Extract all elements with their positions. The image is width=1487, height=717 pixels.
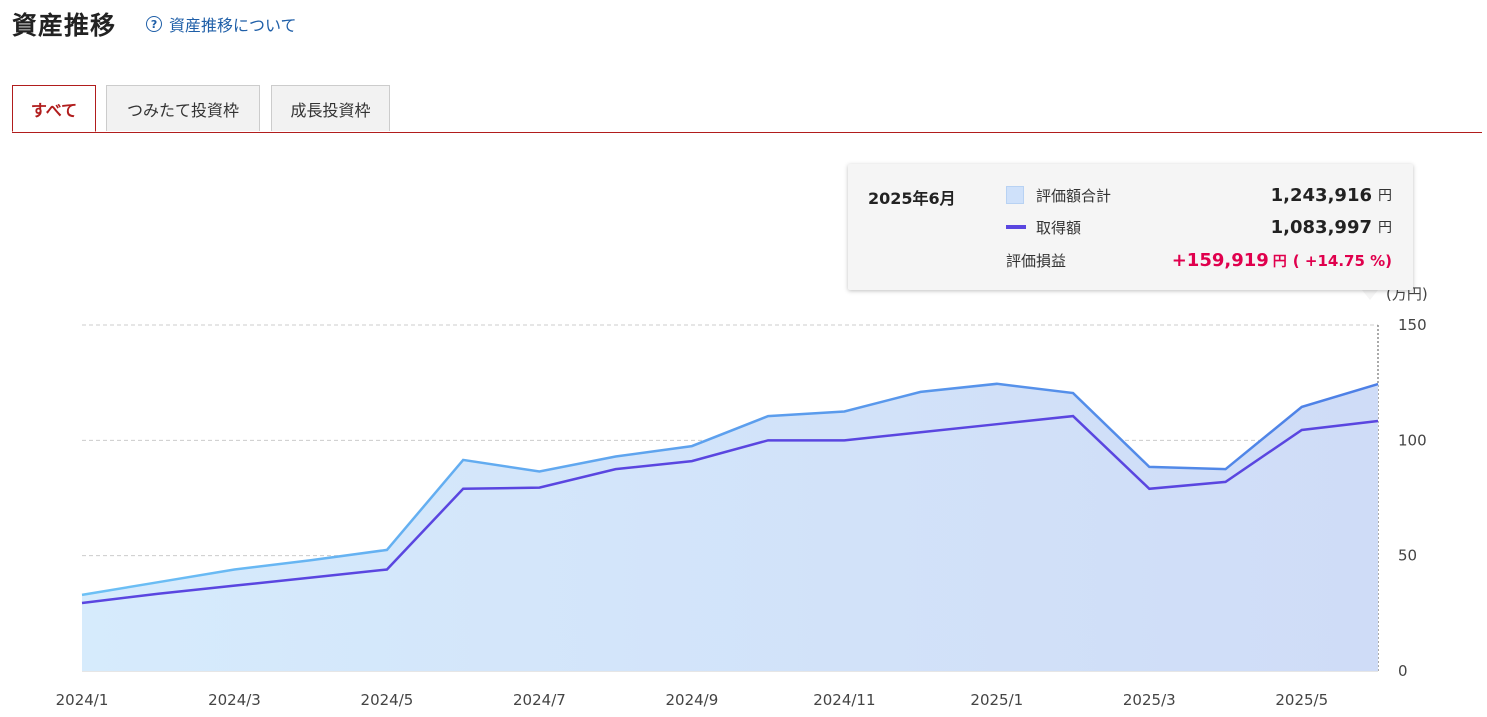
valuation-label: 評価額合計	[1036, 186, 1112, 205]
x-tick-label: 2024/1	[56, 691, 109, 709]
tooltip-date: 2025年6月	[868, 189, 956, 208]
x-tick-label: 2024/3	[208, 691, 261, 709]
cost-value: 1,083,997	[1270, 216, 1372, 238]
asset-chart: 050100150(万円)2024/1 2024/3 2024/5 2024/7 202…	[56, 285, 1428, 709]
tooltip-row-valuation: 評価額合計 1,243,916 円	[1006, 183, 1392, 207]
gain-unit: 円	[1272, 253, 1287, 270]
valuation-legend-swatch	[1006, 186, 1024, 204]
chart-tooltip: 2025年6月 評価額合計 1,243,916 円 取得額 1,083,997 …	[848, 164, 1413, 290]
valuation-area	[82, 383, 1378, 671]
gain-label: 評価損益	[1006, 251, 1067, 270]
y-tick-label: 150	[1398, 316, 1427, 334]
gain-value: +159,919	[1171, 249, 1269, 271]
valuation-value: 1,243,916	[1270, 184, 1372, 206]
tooltip-row-gain: 評価損益 +159,919 円 ( +14.75 %)	[1006, 248, 1392, 272]
cost-legend-swatch	[1006, 225, 1026, 229]
x-tick-label: 2025/1	[970, 691, 1023, 709]
y-tick-label: 50	[1398, 547, 1417, 565]
x-tick-label: 2024/9	[665, 691, 718, 709]
gain-percent: ( +14.75 %)	[1292, 251, 1392, 270]
valuation-unit: 円	[1378, 188, 1392, 204]
x-tick-label: 2024/7	[513, 691, 566, 709]
tooltip-row-cost: 取得額 1,083,997 円	[1006, 215, 1392, 239]
tooltip-pointer	[1362, 290, 1378, 300]
gain-group: +159,919 円 ( +14.75 %)	[1172, 250, 1392, 271]
x-tick-label: 2024/5	[361, 691, 414, 709]
x-tick-label: 2025/3	[1123, 691, 1176, 709]
x-tick-label: 2025/5	[1275, 691, 1328, 709]
y-tick-label: 100	[1398, 431, 1427, 449]
x-tick-label: 2024/11	[813, 691, 875, 709]
cost-label: 取得額	[1036, 218, 1082, 237]
cost-unit: 円	[1378, 220, 1392, 236]
y-tick-label: 0	[1398, 662, 1408, 680]
